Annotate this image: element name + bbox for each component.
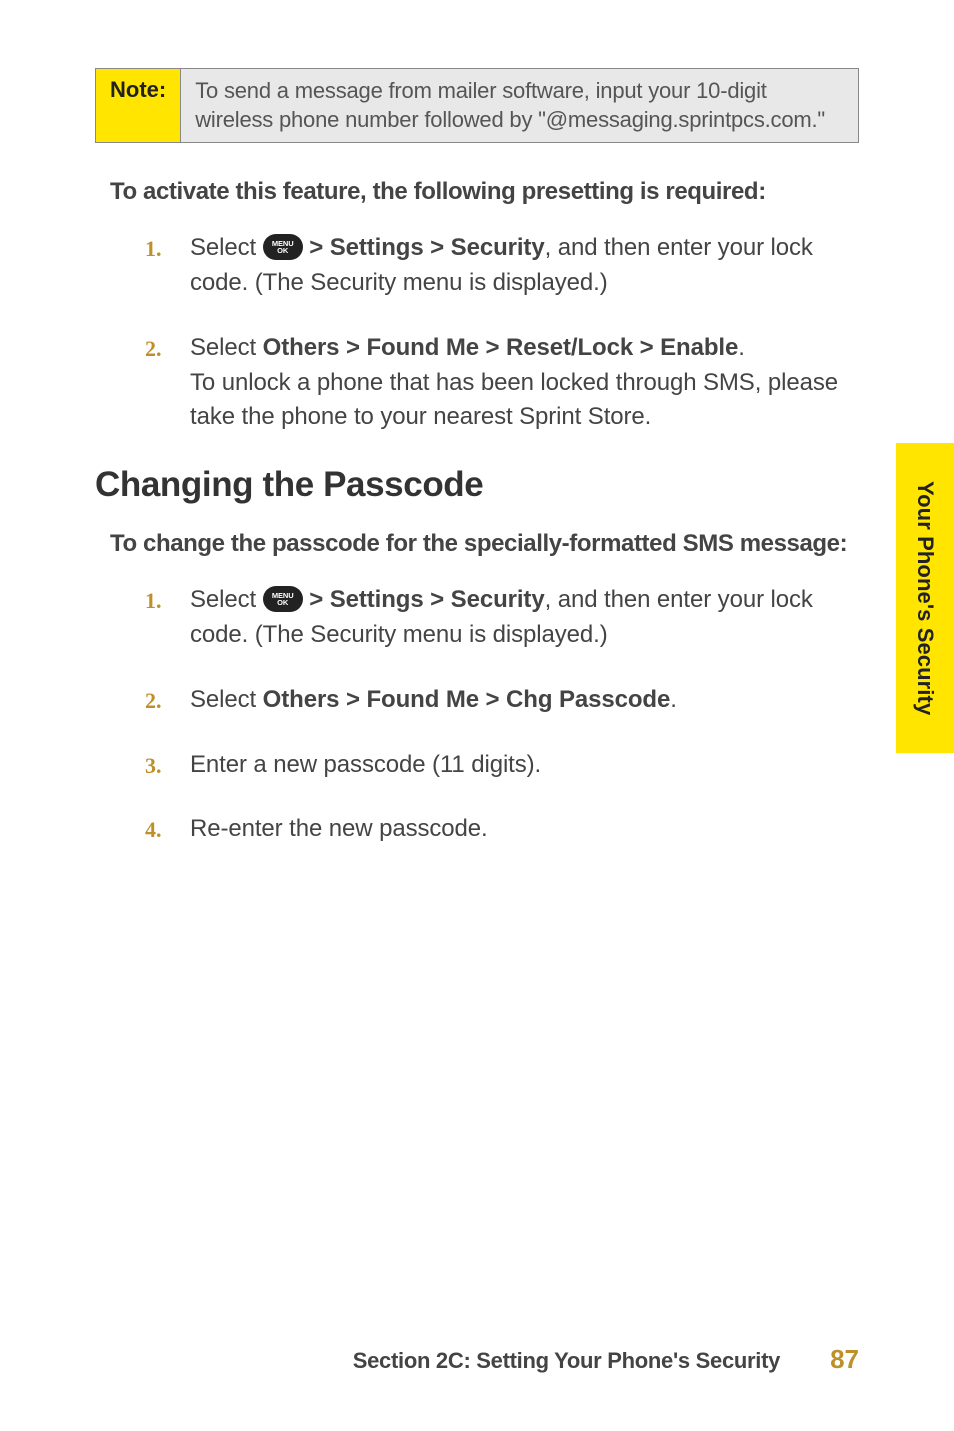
step-body: Select Others > Found Me > Chg Passcode. (190, 683, 859, 718)
step-bold: Others > Found Me > Chg Passcode (263, 686, 671, 713)
icon-label-bottom: OK (277, 598, 288, 607)
step-body: Select Others > Found Me > Reset/Lock > … (190, 331, 859, 435)
step-text: Re-enter the new passcode. (190, 815, 488, 842)
changepass-steps: 1. Select MENU OK > Settings > Security,… (95, 583, 859, 847)
step-bold: > Settings > Security (309, 234, 544, 261)
step-number: 1. (145, 583, 190, 653)
list-item: 4. Re-enter the new passcode. (145, 812, 859, 847)
step-text: Select (190, 586, 263, 613)
list-item: 3. Enter a new passcode (11 digits). (145, 748, 859, 783)
list-item: 1. Select MENU OK > Settings > Security,… (145, 583, 859, 653)
step-number: 4. (145, 812, 190, 847)
step-bold: > Settings > Security (309, 586, 544, 613)
page-footer: Section 2C: Setting Your Phone's Securit… (0, 1344, 954, 1375)
step-bold: Others > Found Me > Reset/Lock > Enable (263, 334, 739, 361)
footer-section-title: Section 2C: Setting Your Phone's Securit… (353, 1348, 780, 1374)
step-text: . (670, 686, 677, 713)
change-passcode-subheading: To change the passcode for the specially… (110, 530, 859, 558)
step-number: 2. (145, 331, 190, 435)
footer-page-number: 87 (830, 1344, 859, 1375)
step-number: 2. (145, 683, 190, 718)
activate-heading: To activate this feature, the following … (110, 178, 859, 206)
step-text: Enter a new passcode (11 digits). (190, 751, 541, 778)
changing-passcode-heading: Changing the Passcode (95, 465, 859, 505)
step-body: Select MENU OK > Settings > Security, an… (190, 583, 859, 653)
list-item: 2. Select Others > Found Me > Chg Passco… (145, 683, 859, 718)
step-body: Select MENU OK > Settings > Security, an… (190, 231, 859, 301)
note-text: To send a message from mailer software, … (181, 69, 858, 142)
step-text: Select (190, 334, 263, 361)
list-item: 2. Select Others > Found Me > Reset/Lock… (145, 331, 859, 435)
step-body: Enter a new passcode (11 digits). (190, 748, 859, 783)
side-tab-text: Your Phone's Security (912, 481, 938, 715)
step-text: Select (190, 234, 263, 261)
activate-steps: 1. Select MENU OK > Settings > Security,… (95, 231, 859, 435)
step-text: Select (190, 686, 263, 713)
step-after: To unlock a phone that has been locked t… (190, 369, 838, 431)
step-number: 3. (145, 748, 190, 783)
side-tab: Your Phone's Security (896, 443, 954, 753)
list-item: 1. Select MENU OK > Settings > Security,… (145, 231, 859, 301)
step-body: Re-enter the new passcode. (190, 812, 859, 847)
step-text: . (738, 334, 745, 361)
icon-label-bottom: OK (277, 246, 288, 255)
note-label: Note: (96, 69, 181, 142)
menu-ok-icon: MENU OK (263, 234, 303, 260)
note-box: Note: To send a message from mailer soft… (95, 68, 859, 143)
step-number: 1. (145, 231, 190, 301)
menu-ok-icon: MENU OK (263, 586, 303, 612)
